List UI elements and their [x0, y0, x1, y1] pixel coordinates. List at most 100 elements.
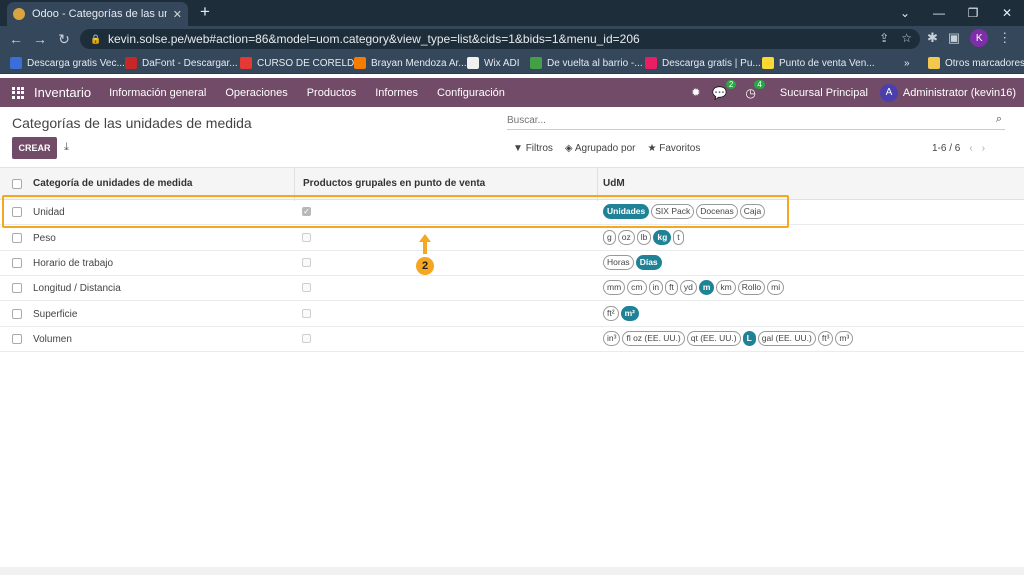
table-row[interactable]: Longitud / Distancia mm cm in ft yd m km Rollo mi	[0, 276, 1024, 301]
row-checkbox[interactable]	[12, 258, 22, 268]
bookmark-item[interactable]: Brayan Mendoza Ar...	[354, 55, 467, 71]
side-panel-icon[interactable]: ▣	[948, 30, 960, 46]
more-bookmarks-icon[interactable]: »	[904, 55, 910, 71]
bookmark-favicon-icon	[10, 57, 22, 69]
pos-group-checkbox	[302, 334, 311, 343]
menu-configuracion[interactable]: Configuración	[437, 87, 505, 99]
pos-group-checkbox	[302, 309, 311, 318]
filters-button[interactable]: ▼ Filtros	[513, 143, 553, 154]
row-checkbox[interactable]	[12, 283, 22, 293]
uom-tag: fl oz (EE. UU.)	[622, 331, 685, 346]
table-row[interactable]: Peso g oz lb kg t	[0, 226, 1024, 251]
uom-tag: Rollo	[737, 280, 766, 295]
bookmark-favicon-icon	[354, 57, 366, 69]
row-checkbox[interactable]	[12, 334, 22, 344]
menu-informacion-general[interactable]: Información general	[109, 87, 206, 99]
profile-avatar[interactable]: K	[970, 29, 989, 47]
new-tab-button[interactable]: +	[195, 2, 215, 22]
share-icon[interactable]: ⇪	[879, 31, 889, 45]
address-bar[interactable]: 🔒 kevin.solse.pe/web#action=86&model=uom…	[80, 29, 920, 49]
page-title: Categorías de las unidades de medida	[12, 115, 252, 131]
debug-bug-icon[interactable]: ✹	[691, 86, 700, 99]
bookmark-favicon-icon	[530, 57, 542, 69]
extensions-icon[interactable]: ✱	[927, 30, 938, 46]
bookmark-item[interactable]: De vuelta al barrio -...	[530, 55, 643, 71]
pager-value[interactable]: 1-6 / 6	[932, 143, 960, 154]
uom-tag: t	[673, 230, 684, 245]
pos-group-checkbox	[302, 233, 311, 242]
table-row[interactable]: Superficie ft² m²	[0, 302, 1024, 327]
uom-tag: in	[648, 280, 664, 295]
uom-tag-reference: Días	[635, 255, 662, 270]
star-icon: ★	[647, 143, 657, 154]
bookmarks-bar: Descarga gratis Vec... DaFont - Descarga…	[0, 52, 1024, 74]
apps-menu-icon[interactable]	[12, 86, 24, 99]
bookmark-favicon-icon	[645, 57, 657, 69]
layers-icon: ◈	[564, 143, 573, 154]
step-number-badge: 2	[416, 257, 434, 275]
app-brand[interactable]: Inventario	[34, 85, 91, 100]
reload-icon[interactable]: ↻	[54, 30, 74, 48]
bookmark-item[interactable]: Wix ADI	[467, 55, 520, 71]
uom-tag-reference: kg	[653, 230, 672, 245]
arrow-up-icon	[419, 234, 431, 254]
uom-tag: qt (EE. UU.)	[686, 331, 741, 346]
table-row[interactable]: Horario de trabajo Horas Días	[0, 251, 1024, 276]
create-button[interactable]: CREAR	[12, 137, 57, 159]
menu-productos[interactable]: Productos	[307, 87, 357, 99]
row-checkbox[interactable]	[12, 309, 22, 319]
user-avatar: A	[879, 83, 898, 102]
pager-prev-icon[interactable]: ‹	[969, 143, 972, 154]
tab-search-icon[interactable]: ⌄	[888, 0, 922, 26]
menu-informes[interactable]: Informes	[375, 87, 418, 99]
uom-tag: ft	[665, 280, 678, 295]
group-by-button[interactable]: ◈ Agrupado por	[565, 143, 636, 154]
restore-icon[interactable]: ❐	[956, 0, 990, 26]
header-category[interactable]: Categoría de unidades de medida	[33, 178, 192, 189]
row-checkbox[interactable]	[12, 233, 22, 243]
category-name: Peso	[33, 233, 56, 244]
table-row[interactable]: Volumen in³ fl oz (EE. UU.) qt (EE. UU.) Lga…	[0, 327, 1024, 352]
uom-tag-reference: m	[698, 280, 715, 295]
browser-menu-icon[interactable]: ⋮	[998, 30, 1011, 46]
branch-switcher[interactable]: Sucursal Principal	[780, 87, 868, 99]
uom-tag: gal (EE. UU.)	[757, 331, 816, 346]
header-pos-group[interactable]: Productos grupales en punto de venta	[303, 178, 485, 189]
uom-tags: mm cm in ft yd m km Rollo mi	[603, 280, 785, 295]
pager-next-icon[interactable]: ›	[982, 143, 985, 154]
category-name: Horario de trabajo	[33, 258, 114, 269]
lock-icon: 🔒	[90, 34, 102, 44]
chat-icon[interactable]: 💬 2	[712, 79, 737, 100]
uom-tag: yd	[679, 280, 697, 295]
search-icon[interactable]: ⌕	[996, 113, 1002, 126]
bookmark-item[interactable]: CURSO DE CORELD...	[240, 55, 363, 71]
bookmark-item[interactable]: DaFont - Descargar...	[125, 55, 238, 71]
category-name: Superficie	[33, 309, 78, 320]
bookmark-star-icon[interactable]: ☆	[901, 31, 912, 45]
highlight-box	[2, 195, 789, 228]
download-icon[interactable]: ⤓	[64, 141, 69, 154]
close-tab-icon[interactable]: ✕	[173, 8, 182, 21]
bookmark-item[interactable]: Descarga gratis Vec...	[10, 55, 125, 71]
horizontal-scrollbar[interactable]	[0, 567, 1024, 575]
header-uom[interactable]: UdM	[603, 178, 625, 189]
activity-badge: 4	[754, 79, 765, 89]
back-icon[interactable]: ←	[6, 30, 26, 48]
uom-tags: Horas Días	[603, 255, 662, 270]
close-window-icon[interactable]: ✕	[990, 0, 1024, 26]
bookmark-item[interactable]: Punto de venta Ven...	[762, 55, 875, 71]
uom-tag: mm	[603, 280, 626, 295]
favorites-button[interactable]: ★ Favoritos	[647, 143, 700, 154]
forward-icon[interactable]: →	[30, 30, 50, 48]
uom-tag: in³	[603, 331, 621, 346]
other-bookmarks[interactable]: Otros marcadores	[928, 55, 1024, 71]
bookmark-item[interactable]: Descarga gratis | Pu...	[645, 55, 761, 71]
activity-clock-icon[interactable]: ◷ 4	[745, 79, 765, 100]
select-all-checkbox[interactable]	[12, 179, 22, 189]
minimize-icon[interactable]: —	[922, 0, 956, 26]
menu-operaciones[interactable]: Operaciones	[225, 87, 287, 99]
user-menu[interactable]: A Administrator (kevin16)	[879, 83, 1016, 102]
uom-tag-reference: m²	[620, 306, 639, 321]
search-input[interactable]	[507, 112, 977, 128]
browser-tab[interactable]: Odoo - Categorías de las unidad ✕	[7, 2, 188, 26]
